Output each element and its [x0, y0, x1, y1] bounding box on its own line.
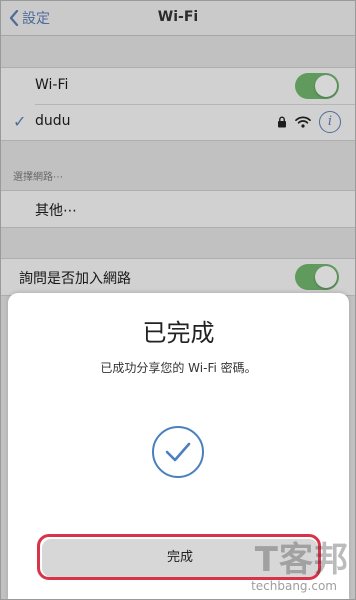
app-frame: 設定 Wi-Fi Wi-Fi ✓ dudu i 選擇網路⋯ 其他⋯ 詢問是否加入…	[0, 0, 356, 600]
watermark-url: techbang.com	[251, 579, 337, 593]
success-check-icon	[152, 426, 204, 478]
watermark-logo: T客邦	[254, 540, 349, 580]
modal-message: 已成功分享您的 Wi-Fi 密碼。	[100, 361, 257, 375]
modal-title: 已完成	[142, 319, 215, 347]
